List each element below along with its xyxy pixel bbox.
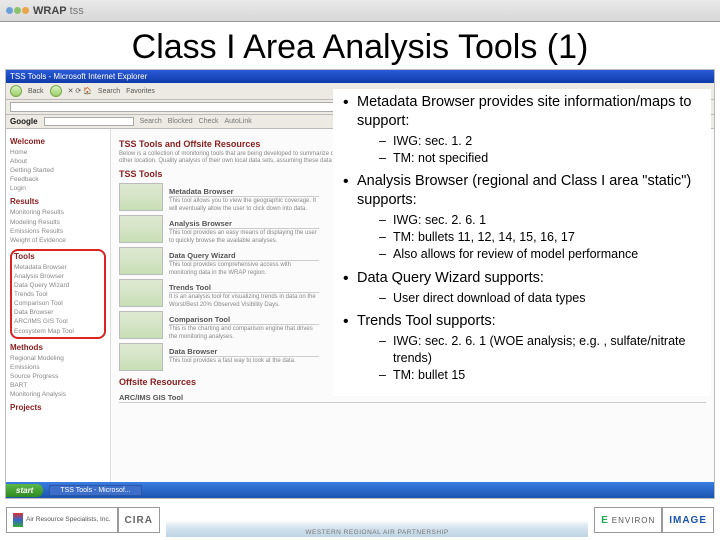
- google-item-1[interactable]: Blocked: [168, 118, 193, 125]
- thumbnail-icon: [119, 183, 163, 211]
- google-item-2[interactable]: Check: [199, 118, 219, 125]
- sidebar-item[interactable]: Weight of Evidence: [10, 236, 106, 245]
- tool-desc: This tool provides comprehensive access …: [169, 262, 319, 276]
- google-search-input[interactable]: [44, 117, 134, 126]
- sidebar-head-results: Results: [10, 197, 106, 206]
- sub-bullet: Also allows for review of model performa…: [379, 246, 705, 263]
- tool-name[interactable]: Metadata Browser: [169, 187, 319, 197]
- cira-label: CIRA: [125, 515, 153, 526]
- product-label: tss: [70, 5, 84, 17]
- tool-name[interactable]: Data Browser: [169, 347, 319, 357]
- sidebar-item[interactable]: Ecosystem Map Tool: [14, 327, 102, 336]
- tool-name[interactable]: Trends Tool: [169, 283, 319, 293]
- wrap-swoosh: WESTERN REGIONAL AIR PARTNERSHIP: [166, 503, 588, 537]
- tool-name[interactable]: Data Query Wizard: [169, 251, 319, 261]
- favorites-label[interactable]: Favorites: [126, 88, 155, 95]
- logo-image: IMAGE: [662, 507, 714, 533]
- thumbnail-icon: [119, 343, 163, 371]
- thumbnail-icon: [119, 311, 163, 339]
- sub-bullet: TM: not specified: [379, 150, 705, 167]
- left-sidebar: Welcome Home About Getting Started Feedb…: [6, 129, 111, 499]
- sidebar-item[interactable]: Emissions Results: [10, 227, 106, 236]
- sidebar-head-projects: Projects: [10, 403, 106, 412]
- sidebar-item[interactable]: Login: [10, 184, 106, 193]
- bullet-text: Analysis Browser (regional and Class I a…: [357, 173, 691, 208]
- toolbar-spacer: ✕ ⟳ 🏠: [68, 87, 92, 95]
- sidebar-item[interactable]: ARC/IMS GIS Tool: [14, 317, 102, 326]
- tool-desc: This tool provides an easy means of disp…: [169, 230, 319, 244]
- tool-desc: This tool allows you to view the geograp…: [169, 198, 319, 212]
- thumbnail-icon: [119, 247, 163, 275]
- sub-bullet: IWG: sec. 1. 2: [379, 133, 705, 150]
- slide-title: Class I Area Analysis Tools (1): [0, 22, 720, 69]
- tool-name[interactable]: Comparison Tool: [169, 315, 319, 325]
- ie-window-title: TSS Tools - Microsoft Internet Explorer: [6, 70, 714, 83]
- google-logo-label: Google: [10, 117, 38, 126]
- sidebar-item[interactable]: Data Query Wizard: [14, 281, 102, 290]
- bullet-metadata: Metadata Browser provides site informati…: [339, 93, 705, 166]
- logo-ars: Air Resource Specialists, Inc.: [6, 507, 118, 533]
- sidebar-item[interactable]: Getting Started: [10, 166, 106, 175]
- bullet-text: Trends Tool supports:: [357, 313, 496, 329]
- flag-icon: [13, 513, 23, 527]
- tool-desc: It is an analysis tool for visualizing t…: [169, 294, 319, 308]
- sidebar-item[interactable]: Home: [10, 148, 106, 157]
- sidebar-item[interactable]: Feedback: [10, 175, 106, 184]
- thumbnail-icon: [119, 279, 163, 307]
- sidebar-item[interactable]: About: [10, 157, 106, 166]
- sub-bullet: TM: bullet 15: [379, 367, 705, 384]
- tool-name[interactable]: Analysis Browser: [169, 219, 319, 229]
- google-item-0[interactable]: Search: [140, 118, 162, 125]
- back-label[interactable]: Back: [28, 88, 44, 95]
- sidebar-item[interactable]: Regional Modeling: [10, 354, 106, 363]
- sidebar-item[interactable]: Trends Tool: [14, 290, 102, 299]
- bullet-text: Data Query Wizard supports:: [357, 270, 544, 286]
- brand-label: WRAP: [33, 5, 67, 17]
- overlay-textbox: Metadata Browser provides site informati…: [333, 89, 711, 396]
- windows-taskbar: start TSS Tools - Microsof...: [6, 482, 714, 498]
- start-button[interactable]: start: [6, 484, 43, 497]
- app-top-bar: WRAP tss: [0, 0, 720, 22]
- logo-cira: CIRA: [118, 507, 160, 533]
- wrap-label: WESTERN REGIONAL AIR PARTNERSHIP: [166, 529, 588, 536]
- sidebar-item[interactable]: Modeling Results: [10, 218, 106, 227]
- taskbar-task[interactable]: TSS Tools - Microsof...: [49, 485, 141, 496]
- bullet-analysis: Analysis Browser (regional and Class I a…: [339, 172, 705, 262]
- footer-logos: Air Resource Specialists, Inc. CIRA WEST…: [0, 500, 720, 540]
- bullet-text: Metadata Browser provides site informati…: [357, 94, 691, 129]
- tool-desc: This tool provides a fast way to look at…: [169, 358, 319, 365]
- ars-label: Air Resource Specialists, Inc.: [26, 517, 111, 524]
- bullet-dataquery: Data Query Wizard supports: User direct …: [339, 269, 705, 307]
- google-item-3[interactable]: AutoLink: [225, 118, 252, 125]
- sidebar-item[interactable]: Monitoring Results: [10, 208, 106, 217]
- sidebar-item[interactable]: Metadata Browser: [14, 263, 102, 272]
- bullet-trends: Trends Tool supports: IWG: sec. 2. 6. 1 …: [339, 312, 705, 383]
- sidebar-item[interactable]: Emissions: [10, 363, 106, 372]
- thumbnail-icon: [119, 215, 163, 243]
- tool-desc: This is the charting and comparison engi…: [169, 326, 319, 340]
- sub-bullet: IWG: sec. 2. 6. 1: [379, 212, 705, 229]
- sidebar-head-welcome: Welcome: [10, 137, 106, 146]
- sidebar-head-tools: Tools: [14, 252, 102, 261]
- environ-label: ENVIRON: [612, 516, 655, 525]
- environ-e-icon: E: [601, 515, 609, 526]
- logo-environ: E ENVIRON: [594, 507, 662, 533]
- wrap-logo-icon: [6, 7, 29, 14]
- sidebar-item[interactable]: Source Progress: [10, 372, 106, 381]
- image-label: IMAGE: [669, 515, 707, 526]
- sidebar-item[interactable]: BART: [10, 381, 106, 390]
- sidebar-head-methods: Methods: [10, 343, 106, 352]
- sub-bullet: User direct download of data types: [379, 290, 705, 307]
- sidebar-item[interactable]: Comparison Tool: [14, 299, 102, 308]
- sub-bullet: IWG: sec. 2. 6. 1 (WOE analysis; e.g. , …: [379, 333, 705, 367]
- back-icon[interactable]: [10, 85, 22, 97]
- sidebar-item[interactable]: Analysis Browser: [14, 272, 102, 281]
- sub-bullet: TM: bullets 11, 12, 14, 15, 16, 17: [379, 229, 705, 246]
- search-label[interactable]: Search: [98, 88, 120, 95]
- sidebar-item[interactable]: Data Browser: [14, 308, 102, 317]
- sidebar-item[interactable]: Monitoring Analysis: [10, 390, 106, 399]
- tools-highlight-box: Tools Metadata Browser Analysis Browser …: [10, 249, 106, 339]
- forward-icon[interactable]: [50, 85, 62, 97]
